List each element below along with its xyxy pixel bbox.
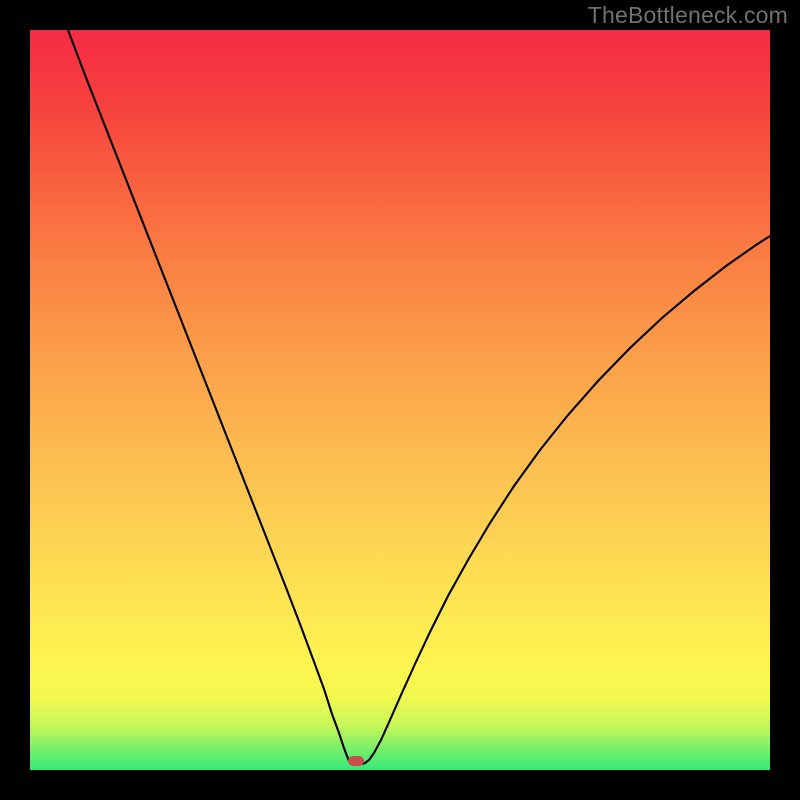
bottleneck-curve: [30, 30, 770, 770]
watermark-text: TheBottleneck.com: [588, 2, 788, 29]
plot-area: [30, 30, 770, 770]
chart-frame: TheBottleneck.com: [0, 0, 800, 800]
curve-path: [68, 30, 770, 764]
optimum-marker: [348, 756, 364, 766]
